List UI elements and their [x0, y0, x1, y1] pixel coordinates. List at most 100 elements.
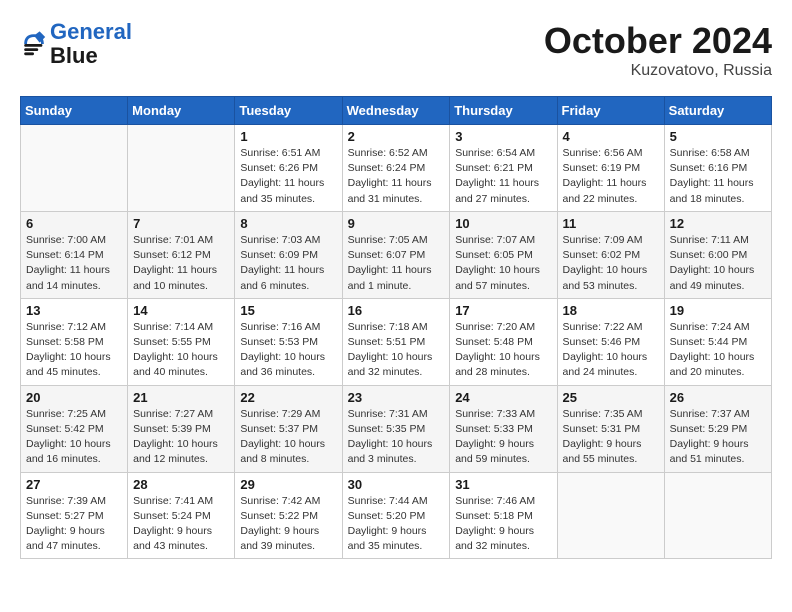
daylight-text: Daylight: 10 hours and 53 minutes.: [563, 263, 659, 293]
calendar-cell: [557, 472, 664, 559]
calendar-cell: 24 Sunrise: 7:33 AMSunset: 5:33 PMDayligh…: [450, 385, 557, 472]
sunrise-text: Sunrise: 7:09 AM: [563, 233, 659, 248]
day-number: 4: [563, 129, 659, 144]
week-row-5: 27Sunrise: 7:39 AMSunset: 5:27 PMDayligh…: [21, 472, 772, 559]
daylight-text: Daylight: 9 hours and 47 minutes.: [26, 524, 122, 554]
daylight-text: Daylight: 9 hours and 35 minutes.: [348, 524, 445, 554]
day-info: Sunrise: 7:20 AMSunset: 5:48 PMDaylight:…: [455, 320, 551, 381]
calendar-cell: 8 Sunrise: 7:03 AMSunset: 6:09 PMDaylight…: [235, 211, 342, 298]
calendar-cell: 11 Sunrise: 7:09 AMSunset: 6:02 PMDayligh…: [557, 211, 664, 298]
sunrise-text: Sunrise: 7:18 AM: [348, 320, 445, 335]
calendar-cell: 25Sunrise: 7:35 AMSunset: 5:31 PMDayligh…: [557, 385, 664, 472]
daylight-text: Daylight: 10 hours and 16 minutes.: [26, 437, 122, 467]
sunrise-text: Sunrise: 7:07 AM: [455, 233, 551, 248]
day-number: 21: [133, 390, 229, 405]
sunrise-text: Sunrise: 7:31 AM: [348, 407, 445, 422]
sunset-text: Sunset: 6:02 PM: [563, 248, 659, 263]
calendar-cell: 20Sunrise: 7:25 AMSunset: 5:42 PMDayligh…: [21, 385, 128, 472]
calendar-cell: 4Sunrise: 6:56 AMSunset: 6:19 PMDaylight…: [557, 125, 664, 212]
sunset-text: Sunset: 5:22 PM: [240, 509, 336, 524]
day-info: Sunrise: 7:33 AMSunset: 5:33 PMDaylight:…: [455, 407, 551, 468]
sunrise-text: Sunrise: 7:46 AM: [455, 494, 551, 509]
day-info: Sunrise: 7:31 AMSunset: 5:35 PMDaylight:…: [348, 407, 445, 468]
month-title: October 2024: [544, 20, 772, 62]
sunset-text: Sunset: 5:29 PM: [670, 422, 766, 437]
day-number: 26: [670, 390, 766, 405]
day-number: 27: [26, 477, 122, 492]
daylight-text: Daylight: 10 hours and 12 minutes.: [133, 437, 229, 467]
day-number: 22: [240, 390, 336, 405]
sunrise-text: Sunrise: 7:20 AM: [455, 320, 551, 335]
sunset-text: Sunset: 5:20 PM: [348, 509, 445, 524]
day-number: 15: [240, 303, 336, 318]
daylight-text: Daylight: 11 hours and 31 minutes.: [348, 176, 445, 206]
weekday-header-wednesday: Wednesday: [342, 97, 450, 125]
calendar-cell: 21Sunrise: 7:27 AMSunset: 5:39 PMDayligh…: [128, 385, 235, 472]
calendar-cell: 3Sunrise: 6:54 AMSunset: 6:21 PMDaylight…: [450, 125, 557, 212]
calendar-cell: 7Sunrise: 7:01 AMSunset: 6:12 PMDaylight…: [128, 211, 235, 298]
sunset-text: Sunset: 5:42 PM: [26, 422, 122, 437]
calendar-cell: 5Sunrise: 6:58 AMSunset: 6:16 PMDaylight…: [664, 125, 771, 212]
day-info: Sunrise: 7:00 AMSunset: 6:14 PMDaylight:…: [26, 233, 122, 294]
sunset-text: Sunset: 5:58 PM: [26, 335, 122, 350]
day-number: 7: [133, 216, 229, 231]
logo-icon: [20, 30, 48, 58]
sunrise-text: Sunrise: 7:27 AM: [133, 407, 229, 422]
daylight-text: Daylight: 10 hours and 45 minutes.: [26, 350, 122, 380]
weekday-header-tuesday: Tuesday: [235, 97, 342, 125]
sunrise-text: Sunrise: 7:22 AM: [563, 320, 659, 335]
day-number: 24: [455, 390, 551, 405]
day-info: Sunrise: 7:03 AMSunset: 6:09 PMDaylight:…: [240, 233, 336, 294]
sunset-text: Sunset: 5:53 PM: [240, 335, 336, 350]
day-number: 29: [240, 477, 336, 492]
day-info: Sunrise: 7:05 AMSunset: 6:07 PMDaylight:…: [348, 233, 445, 294]
logo: General Blue: [20, 20, 132, 68]
daylight-text: Daylight: 11 hours and 6 minutes.: [240, 263, 336, 293]
daylight-text: Daylight: 9 hours and 43 minutes.: [133, 524, 229, 554]
sunrise-text: Sunrise: 6:51 AM: [240, 146, 336, 161]
sunrise-text: Sunrise: 6:54 AM: [455, 146, 551, 161]
title-block: October 2024 Kuzovatovo, Russia: [544, 20, 772, 80]
day-number: 16: [348, 303, 445, 318]
sunset-text: Sunset: 5:31 PM: [563, 422, 659, 437]
week-row-3: 13Sunrise: 7:12 AMSunset: 5:58 PMDayligh…: [21, 298, 772, 385]
daylight-text: Daylight: 11 hours and 10 minutes.: [133, 263, 229, 293]
day-number: 11: [563, 216, 659, 231]
sunset-text: Sunset: 6:26 PM: [240, 161, 336, 176]
daylight-text: Daylight: 10 hours and 20 minutes.: [670, 350, 766, 380]
daylight-text: Daylight: 11 hours and 18 minutes.: [670, 176, 766, 206]
day-number: 8: [240, 216, 336, 231]
daylight-text: Daylight: 10 hours and 3 minutes.: [348, 437, 445, 467]
sunrise-text: Sunrise: 6:52 AM: [348, 146, 445, 161]
calendar-cell: 14Sunrise: 7:14 AMSunset: 5:55 PMDayligh…: [128, 298, 235, 385]
calendar-table: SundayMondayTuesdayWednesdayThursdayFrid…: [20, 96, 772, 559]
day-info: Sunrise: 7:25 AMSunset: 5:42 PMDaylight:…: [26, 407, 122, 468]
sunset-text: Sunset: 6:14 PM: [26, 248, 122, 263]
sunrise-text: Sunrise: 7:33 AM: [455, 407, 551, 422]
daylight-text: Daylight: 11 hours and 1 minute.: [348, 263, 445, 293]
calendar-cell: 19Sunrise: 7:24 AMSunset: 5:44 PMDayligh…: [664, 298, 771, 385]
calendar-cell: 9Sunrise: 7:05 AMSunset: 6:07 PMDaylight…: [342, 211, 450, 298]
weekday-header-friday: Friday: [557, 97, 664, 125]
day-info: Sunrise: 7:18 AMSunset: 5:51 PMDaylight:…: [348, 320, 445, 381]
sunset-text: Sunset: 5:51 PM: [348, 335, 445, 350]
day-number: 23: [348, 390, 445, 405]
calendar-cell: [664, 472, 771, 559]
daylight-text: Daylight: 11 hours and 27 minutes.: [455, 176, 551, 206]
day-info: Sunrise: 7:16 AMSunset: 5:53 PMDaylight:…: [240, 320, 336, 381]
sunrise-text: Sunrise: 7:39 AM: [26, 494, 122, 509]
day-number: 28: [133, 477, 229, 492]
sunset-text: Sunset: 6:24 PM: [348, 161, 445, 176]
calendar-cell: 23 Sunrise: 7:31 AMSunset: 5:35 PMDayligh…: [342, 385, 450, 472]
day-info: Sunrise: 7:44 AMSunset: 5:20 PMDaylight:…: [348, 494, 445, 555]
week-row-1: 1Sunrise: 6:51 AMSunset: 6:26 PMDaylight…: [21, 125, 772, 212]
sunrise-text: Sunrise: 7:11 AM: [670, 233, 766, 248]
calendar-cell: 22Sunrise: 7:29 AMSunset: 5:37 PMDayligh…: [235, 385, 342, 472]
sunset-text: Sunset: 5:46 PM: [563, 335, 659, 350]
sunrise-text: Sunrise: 7:14 AM: [133, 320, 229, 335]
sunset-text: Sunset: 5:27 PM: [26, 509, 122, 524]
daylight-text: Daylight: 10 hours and 28 minutes.: [455, 350, 551, 380]
sunset-text: Sunset: 6:05 PM: [455, 248, 551, 263]
sunrise-text: Sunrise: 7:01 AM: [133, 233, 229, 248]
sunset-text: Sunset: 6:09 PM: [240, 248, 336, 263]
